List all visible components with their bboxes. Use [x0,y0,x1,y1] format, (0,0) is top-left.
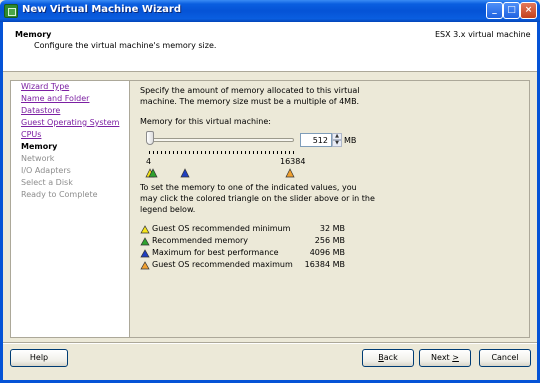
memory-size-input[interactable] [300,133,332,147]
slider-tick [221,151,222,154]
slider-tick [273,151,274,154]
slider-tick [189,151,190,154]
slider-tick [193,151,194,154]
slider-tick [153,151,154,154]
title-bar[interactable]: New Virtual Machine Wizard _ □ × [0,0,540,22]
wizard-step-list: Wizard Type Name and Folder Datastore Gu… [10,80,130,338]
slider-tick [225,151,226,154]
back-button[interactable]: Back [362,349,414,367]
slider-tick [237,151,238,154]
slider-tick [261,151,262,154]
memory-panel: Specify the amount of memory allocated t… [130,80,530,338]
intro-line-1: Specify the amount of memory allocated t… [140,86,360,95]
spin-up-icon[interactable]: ▲ [332,133,342,140]
window-title: New Virtual Machine Wizard [22,4,182,15]
back-label: ack [383,353,398,362]
nav-item-datastore[interactable]: Datastore [21,106,60,115]
environment-label: ESX 3.x virtual machine [435,30,531,39]
memory-spinner[interactable]: ▲ ▼ [332,133,342,147]
nav-item-io-adapters: I/O Adapters [21,166,71,175]
slider-tick [265,151,266,154]
slider-tick [233,151,234,154]
help-line-1: To set the memory to one of the indicate… [140,183,357,192]
blue-triangle-icon[interactable] [140,249,150,258]
nav-item-network: Network [21,154,55,163]
next-button[interactable]: Next > [419,349,471,367]
slider-tick [185,151,186,154]
slider-tick [253,151,254,154]
slider-tick [205,151,206,154]
yellow-triangle-icon[interactable] [140,225,150,234]
wizard-header: Memory Configure the virtual machine's m… [3,22,537,72]
help-line-2: may click the colored triangle on the sl… [140,194,375,203]
slider-tick [217,151,218,154]
marker-max-triangle[interactable] [285,168,295,178]
memory-unit: MB [344,136,357,145]
slider-tick [165,151,166,154]
intro-line-2: machine. The memory size must be a multi… [140,97,360,106]
slider-tick [269,151,270,154]
nav-item-guest-os[interactable]: Guest Operating System [21,118,119,127]
slider-tick [157,151,158,154]
nav-item-name-and-folder[interactable]: Name and Folder [21,94,89,103]
slider-tick [149,151,150,154]
slider-tick [289,151,290,154]
slider-markers [145,168,295,178]
nav-item-cpus[interactable]: CPUs [21,130,41,139]
orange-triangle-icon[interactable] [140,261,150,270]
slider-tick [213,151,214,154]
slider-tick [209,151,210,154]
nav-item-wizard-type[interactable]: Wizard Type [21,82,69,91]
next-accelerator: > [452,353,459,362]
slider-tick [201,151,202,154]
slider-tick [169,151,170,154]
nav-item-select-disk: Select a Disk [21,178,73,187]
slider-tick [293,151,294,154]
slider-max-label: 16384 [280,157,306,166]
marker-best-performance-triangle[interactable] [180,168,190,178]
maximize-button[interactable]: □ [503,2,520,19]
vm-wizard-icon [4,4,18,18]
step-title: Memory [15,30,52,39]
slider-tick [249,151,250,154]
slider-tick [285,151,286,154]
nav-item-memory: Memory [21,142,58,151]
button-separator [3,342,537,344]
slider-min-label: 4 [146,157,152,166]
slider-tick [277,151,278,154]
close-button[interactable]: × [520,2,537,19]
slider-tick [229,151,230,154]
legend-item-max[interactable]: Guest OS recommended maximum 16384 MB [140,260,345,271]
slider-tick [181,151,182,154]
minimize-button[interactable]: _ [486,2,503,19]
slider-tick [257,151,258,154]
next-label: Next [431,353,453,362]
memory-slider-track[interactable] [149,138,294,142]
green-triangle-icon[interactable] [140,237,150,246]
slider-tick [241,151,242,154]
legend-item-min[interactable]: Guest OS recommended minimum 32 MB [140,224,345,235]
slider-tick [197,151,198,154]
slider-tick [281,151,282,154]
slider-tick [173,151,174,154]
legend-item-best-performance[interactable]: Maximum for best performance 4096 MB [140,248,345,259]
spin-down-icon[interactable]: ▼ [332,140,342,147]
slider-tick [245,151,246,154]
slider-tick [177,151,178,154]
help-line-3: legend below. [140,205,196,214]
step-description: Configure the virtual machine's memory s… [34,41,217,50]
memory-field-label: Memory for this virtual machine: [140,117,271,126]
cancel-button[interactable]: Cancel [479,349,531,367]
slider-ticks [149,151,294,155]
nav-item-ready-to-complete: Ready to Complete [21,190,98,199]
help-button[interactable]: Help [10,349,68,367]
legend-item-recommended[interactable]: Recommended memory 256 MB [140,236,345,247]
slider-tick [161,151,162,154]
memory-slider-thumb[interactable] [146,131,154,145]
